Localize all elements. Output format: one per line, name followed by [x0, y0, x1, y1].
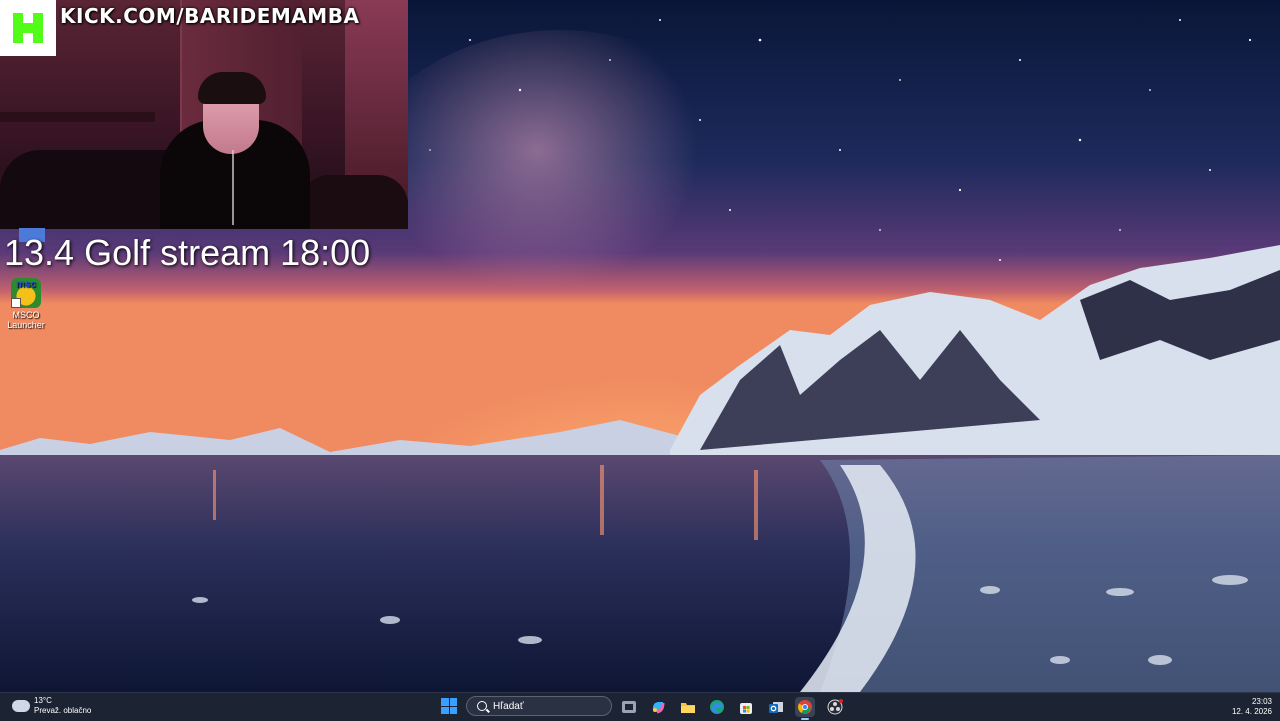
msco-launcher-icon: msc [11, 278, 41, 308]
partly-cloudy-icon [9, 696, 30, 712]
outlook-icon [769, 702, 783, 713]
task-view-button[interactable] [619, 697, 639, 717]
system-clock[interactable]: 23:03 12. 4. 2026 [1232, 697, 1272, 717]
chrome-button[interactable] [795, 697, 815, 720]
kick-channel-url: KICK.COM/BARIDEMAMBA [60, 4, 360, 28]
desktop-shortcut-label: MSCO Launcher [7, 310, 45, 330]
weather-temperature: 13°C [34, 696, 52, 705]
weather-condition: Prevaž. oblačno [34, 706, 92, 715]
copilot-icon [652, 702, 665, 714]
clock-date: 12. 4. 2026 [1231, 707, 1272, 716]
copilot-button[interactable] [648, 697, 668, 717]
microsoft-store-button[interactable] [736, 697, 756, 717]
streamer-hair [198, 72, 266, 104]
obs-studio-button[interactable] [825, 697, 845, 717]
store-bag-icon [740, 703, 752, 714]
clock-time: 23:03 [1251, 697, 1272, 706]
file-explorer-button[interactable] [678, 697, 698, 717]
folder-icon [681, 703, 695, 713]
task-view-icon [622, 701, 636, 713]
taskbar-search[interactable]: Hľadať [466, 696, 612, 716]
obs-studio-icon [827, 699, 843, 715]
search-icon [477, 701, 487, 711]
taskbar: 13°C Prevaž. oblačno Hľadať 23:03 12. 4.… [0, 692, 1280, 721]
edge-browser-icon [710, 700, 724, 714]
earphone-cable [232, 150, 234, 225]
webcam-background-window [345, 0, 408, 200]
weather-widget[interactable]: 13°C Prevaž. oblačno [9, 696, 92, 716]
webcam-feed [0, 0, 408, 229]
webcam-background-chair [300, 175, 408, 229]
desktop-shortcut-msco-launcher[interactable]: msc MSCO Launcher [0, 278, 52, 330]
outlook-button[interactable] [766, 697, 786, 717]
stream-schedule-text: 13.4 Golf stream 18:00 [4, 232, 371, 273]
kick-logo-icon [0, 0, 56, 56]
shortcut-arrow-icon [11, 298, 21, 308]
search-placeholder: Hľadať [493, 700, 524, 712]
webcam-background-shelf [0, 112, 155, 122]
start-button[interactable] [441, 698, 457, 714]
edge-button[interactable] [707, 697, 727, 717]
chrome-browser-icon [798, 700, 812, 714]
